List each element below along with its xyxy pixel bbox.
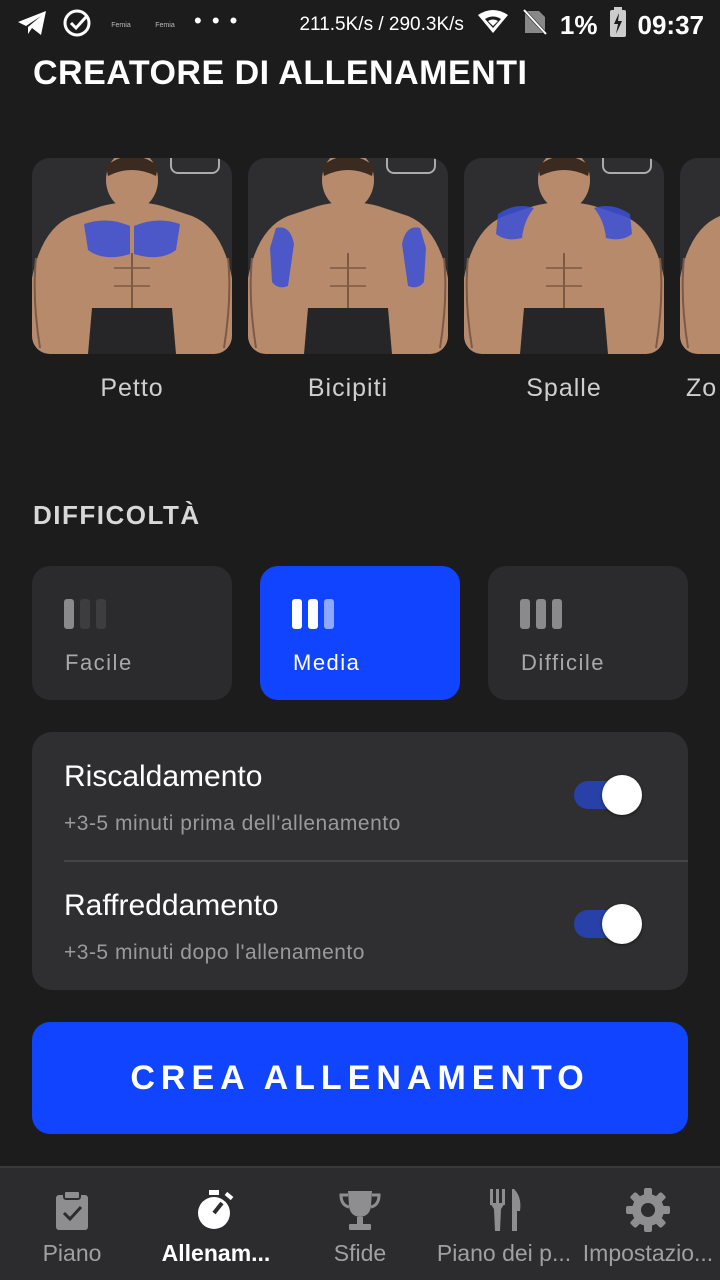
screen: Femia Femia • • • 211.5K/s / 290.3K/s 1%…	[0, 0, 720, 1280]
difficulty-easy-button[interactable]: Facile	[32, 566, 232, 700]
difficulty-medium-button[interactable]: Media	[260, 566, 460, 700]
nav-item-meal-plan[interactable]: Piano dei p...	[432, 1168, 576, 1280]
trophy-icon	[336, 1186, 384, 1234]
difficulty-title: DIFFICOLTÀ	[33, 500, 201, 530]
muscle-image	[680, 158, 720, 354]
status-bar: Femia Femia • • • 211.5K/s / 290.3K/s 1%…	[0, 0, 720, 50]
cooldown-row[interactable]: Raffreddamento +3-5 minuti dopo l'allena…	[32, 861, 688, 990]
clock: 09:37	[637, 9, 705, 40]
page-title: CREATORE DI ALLENAMENTI	[33, 54, 528, 92]
muscle-card-shoulders[interactable]: Spalle	[464, 158, 664, 403]
app-notification-icon: Femia	[155, 21, 175, 29]
muscle-label: Spalle	[526, 374, 602, 402]
telegram-icon	[16, 9, 48, 42]
gear-icon	[624, 1186, 672, 1234]
nav-label: Allenam...	[161, 1240, 271, 1266]
warmup-toggle[interactable]	[574, 775, 642, 815]
nav-label: Sfide	[333, 1240, 387, 1266]
clipboard-icon	[48, 1186, 96, 1234]
cooldown-title: Raffreddamento	[64, 889, 279, 922]
muscle-label: Petto	[100, 374, 164, 402]
utensils-icon	[480, 1186, 528, 1234]
check-circle-icon	[62, 8, 92, 43]
difficulty-hard-button[interactable]: Difficile	[488, 566, 688, 700]
bottom-nav: Piano Allenam... Sfide Piano dei p... Im…	[0, 1166, 720, 1280]
muscle-label: Zo	[686, 374, 718, 402]
stopwatch-icon	[192, 1186, 240, 1234]
difficulty-bars-icon	[520, 599, 562, 629]
warmup-title: Riscaldamento	[64, 760, 263, 793]
difficulty-bars-icon	[64, 599, 106, 629]
muscle-image	[464, 158, 664, 354]
nav-label: Piano	[42, 1240, 102, 1266]
muscle-card-partial[interactable]: Zo	[680, 158, 720, 403]
nav-item-settings[interactable]: Impostazio...	[576, 1168, 720, 1280]
cooldown-toggle[interactable]	[574, 904, 642, 944]
muscle-carousel[interactable]: Petto Bicipiti Spalle Zo	[0, 158, 720, 428]
muscle-image	[248, 158, 448, 354]
muscle-card-biceps[interactable]: Bicipiti	[248, 158, 448, 403]
nav-label: Impostazio...	[582, 1240, 714, 1266]
app-notification-icon: Femia	[111, 21, 131, 29]
warmup-subtitle: +3-5 minuti prima dell'allenamento	[64, 812, 401, 835]
select-checkbox[interactable]	[386, 158, 436, 174]
no-sim-icon	[521, 7, 549, 42]
create-workout-button[interactable]: CREA ALLENAMENTO	[32, 1022, 688, 1134]
difficulty-bars-icon	[292, 599, 334, 629]
difficulty-label: Difficile	[521, 650, 606, 675]
difficulty-selector: Facile Media Difficile	[32, 566, 688, 700]
wifi-icon	[476, 9, 510, 41]
muscle-card-chest[interactable]: Petto	[32, 158, 232, 403]
options-card: Riscaldamento +3-5 minuti prima dell'all…	[32, 732, 688, 990]
battery-percent: 1%	[559, 9, 598, 40]
select-checkbox[interactable]	[602, 158, 652, 174]
network-speed: 211.5K/s / 290.3K/s	[299, 14, 464, 35]
difficulty-label: Media	[293, 650, 361, 675]
battery-charging-icon	[609, 7, 626, 43]
warmup-row[interactable]: Riscaldamento +3-5 minuti prima dell'all…	[32, 732, 688, 861]
nav-item-workouts[interactable]: Allenam...	[144, 1168, 288, 1280]
cooldown-subtitle: +3-5 minuti dopo l'allenamento	[64, 941, 365, 964]
muscle-image	[32, 158, 232, 354]
nav-label: Piano dei p...	[436, 1240, 572, 1266]
more-notifications-icon: • • •	[194, 8, 240, 33]
muscle-label: Bicipiti	[307, 374, 389, 402]
select-checkbox[interactable]	[170, 158, 220, 174]
nav-item-plan[interactable]: Piano	[0, 1168, 144, 1280]
nav-item-challenges[interactable]: Sfide	[288, 1168, 432, 1280]
difficulty-label: Facile	[65, 650, 133, 675]
